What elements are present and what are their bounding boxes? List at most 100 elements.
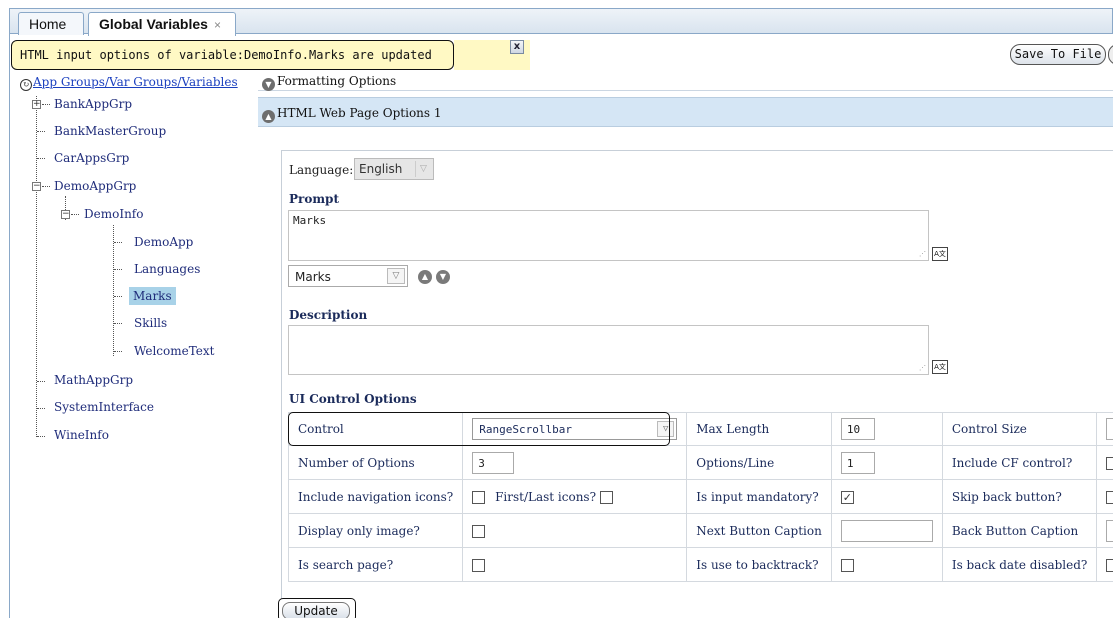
tree-item-languages[interactable]: Languages <box>134 262 200 276</box>
tree-item-wineinfo[interactable]: WineInfo <box>54 428 109 442</box>
chevron-down-icon: ▽ <box>387 268 405 284</box>
close-icon[interactable]: × <box>214 18 221 32</box>
prompt-label: Prompt <box>289 192 339 206</box>
first-last-label: First/Last icons? <box>495 489 597 504</box>
skip-back-checkbox[interactable] <box>1106 490 1113 504</box>
first-last-checkbox[interactable] <box>599 490 613 504</box>
backtrack-checkbox[interactable] <box>840 558 854 572</box>
formatting-options-label: Formatting Options <box>277 74 397 88</box>
update-button[interactable]: Update <box>282 602 350 618</box>
tree-item-welcometext[interactable]: WelcomeText <box>134 344 214 358</box>
options-per-line-input[interactable]: 1 <box>840 451 875 474</box>
tree-item-bankmastergroup[interactable]: BankMasterGroup <box>54 124 166 138</box>
update-button-frame: Update <box>278 598 356 618</box>
input-mandatory-checkbox[interactable]: ✓ <box>840 490 854 504</box>
back-date-cell <box>1096 547 1113 582</box>
html-web-page-options-label: HTML Web Page Options 1 <box>277 106 442 120</box>
tree-line <box>37 158 45 159</box>
expand-icon[interactable]: + <box>32 100 41 109</box>
tree-item-systeminterface[interactable]: SystemInterface <box>54 400 154 414</box>
collapse-icon[interactable]: − <box>32 182 41 191</box>
prompt-select-value: Marks <box>295 270 331 284</box>
tree-item-bankappgrp[interactable]: BankAppGrp <box>54 97 132 111</box>
save-to-file-button[interactable]: Save To File <box>1010 44 1106 65</box>
tree-root[interactable]: ↻ App Groups/Var Groups/Variables <box>20 75 238 91</box>
tree-line <box>114 269 122 270</box>
back-caption-input[interactable] <box>1106 519 1113 542</box>
max-length-input[interactable]: 10 <box>840 418 875 440</box>
language-value: English <box>359 162 403 176</box>
collapse-icon[interactable]: − <box>61 210 70 219</box>
chevron-up-icon: ▲ <box>262 110 275 123</box>
max-length-label: Max Length <box>686 412 832 446</box>
chevron-down-icon: ▼ <box>262 78 275 91</box>
control-size-input[interactable]: 10 <box>1106 418 1113 440</box>
input-mandatory-label: Is input mandatory? <box>686 479 832 514</box>
table-row: Is search page? Is use to backtrack? Is … <box>287 547 1113 582</box>
include-navigation-checkbox[interactable] <box>472 490 486 504</box>
tree-line <box>42 186 50 187</box>
formatting-options-header[interactable]: ▼ Formatting Options <box>258 72 1113 91</box>
tree-item-demoinfo[interactable]: DemoInfo <box>84 207 143 221</box>
next-caption-input[interactable] <box>840 519 933 542</box>
translate-icon[interactable]: A文 <box>932 360 948 374</box>
back-date-label: Is back date disabled? <box>941 547 1098 582</box>
number-of-options-input[interactable]: 3 <box>472 451 515 474</box>
prompt-textarea[interactable]: Marks ⋰ <box>288 210 929 261</box>
tab-global-variables[interactable]: Global Variables × <box>88 12 236 36</box>
display-image-label: Display only image? <box>287 513 464 548</box>
tree-line <box>37 436 45 437</box>
include-cf-checkbox[interactable] <box>1106 456 1113 470</box>
back-date-checkbox[interactable] <box>1106 558 1113 572</box>
search-page-checkbox[interactable] <box>472 558 486 572</box>
tree-line <box>42 104 50 105</box>
display-image-cell <box>462 513 688 548</box>
back-caption-cell <box>1096 513 1113 548</box>
tree-line <box>114 323 122 324</box>
translate-icon[interactable]: A文 <box>932 247 948 261</box>
tree-item-demoapp[interactable]: DemoApp <box>134 235 193 249</box>
table-row: Include navigation icons? First/Last ico… <box>287 479 1113 514</box>
notification-close-icon[interactable]: x <box>510 40 524 54</box>
ui-control-options-label: UI Control Options <box>289 392 417 406</box>
tree-line <box>37 408 45 409</box>
navigation-cell: First/Last icons? <box>462 479 688 514</box>
display-image-checkbox[interactable] <box>472 524 486 538</box>
tab-home[interactable]: Home <box>18 12 84 35</box>
tree-item-marks[interactable]: Marks <box>129 287 176 305</box>
notification-message: HTML input options of variable:DemoInfo.… <box>11 40 454 70</box>
backtrack-cell <box>830 547 943 582</box>
tree-line <box>114 351 122 352</box>
include-cf-cell <box>1096 445 1113 480</box>
options-per-line-label: Options/Line <box>686 445 832 480</box>
tree-item-carappsgrp[interactable]: CarAppsGrp <box>54 151 129 165</box>
tree-item-demoappgrp[interactable]: DemoAppGrp <box>54 179 136 193</box>
resize-grip-icon[interactable]: ⋰ <box>919 250 926 258</box>
skip-back-cell <box>1096 479 1113 514</box>
move-down-icon[interactable]: ▼ <box>436 270 450 284</box>
number-of-options-cell: 3 <box>462 445 688 480</box>
tree-root-label[interactable]: App Groups/Var Groups/Variables <box>33 75 238 89</box>
tree-item-skills[interactable]: Skills <box>134 316 167 330</box>
tree-line <box>114 296 122 297</box>
next-caption-label: Next Button Caption <box>686 513 832 548</box>
language-select[interactable]: English ▽ <box>354 158 434 180</box>
tree-line <box>114 242 122 243</box>
extra-toolbar-button[interactable] <box>1108 44 1113 65</box>
tree-line <box>36 96 37 437</box>
move-up-icon[interactable]: ▲ <box>418 270 432 284</box>
table-row: Number of Options 3 Options/Line 1 Inclu… <box>287 445 1113 480</box>
tree-line <box>113 225 114 356</box>
include-navigation-label: Include navigation icons? <box>287 479 464 514</box>
tree-item-mathappgrp[interactable]: MathAppGrp <box>54 373 133 387</box>
control-highlight <box>288 412 670 446</box>
number-of-options-label: Number of Options <box>287 445 464 480</box>
max-length-cell: 10 <box>830 412 943 446</box>
resize-grip-icon[interactable]: ⋰ <box>919 364 926 372</box>
description-textarea[interactable]: ⋰ <box>288 325 929 375</box>
next-caption-cell <box>830 513 943 548</box>
input-mandatory-cell: ✓ <box>830 479 943 514</box>
prompt-select[interactable]: Marks ▽ <box>288 265 408 287</box>
refresh-icon[interactable]: ↻ <box>20 79 32 91</box>
html-web-page-options-header[interactable]: ▲ HTML Web Page Options 1 <box>258 97 1113 127</box>
